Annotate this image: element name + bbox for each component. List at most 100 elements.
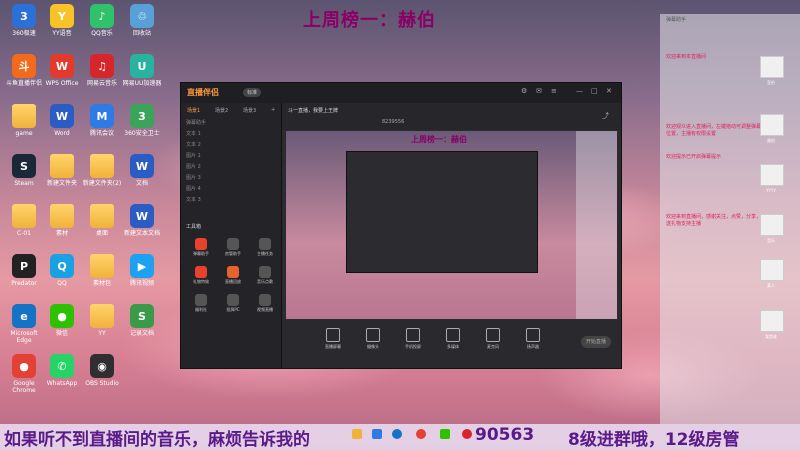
desktop-icon-image: ● (12, 354, 36, 378)
menu-icon[interactable]: ≡ (551, 88, 558, 95)
desktop-icon[interactable]: ◉ OBS Studio (80, 354, 124, 387)
desktop-icon[interactable]: YY (80, 304, 124, 337)
settings-icon[interactable]: ⚙ (521, 88, 528, 95)
tool-button[interactable]: 房管助手 (223, 238, 243, 257)
streaming-app-window[interactable]: 直播伴侣 标准 ⚙ ✉ ≡ — □ ✕ 场景1 场景2 场景3 + 弹幕助手文本… (180, 82, 622, 369)
desktop-icon-image: W (50, 54, 74, 78)
desktop-icon[interactable]: Y YY语音 (40, 4, 84, 37)
source-item[interactable]: 文本 2 (186, 141, 278, 150)
desktop-icon-image: ♲ (130, 4, 154, 28)
desktop-icon-image: ◉ (90, 354, 114, 378)
desktop-icon[interactable]: W WPS Office (40, 54, 84, 87)
start-stream-button[interactable]: 开始直播 (581, 336, 611, 348)
toolbar-button[interactable]: 多媒体 (442, 328, 464, 350)
preview-caption: 上周榜一：赫伯 (411, 135, 467, 144)
source-item[interactable]: 弹幕助手 (186, 119, 278, 128)
toolbar-label: 多媒体 (447, 344, 459, 349)
desktop-icon[interactable]: 新建文件夹(2) (80, 154, 124, 187)
toolbar-button[interactable]: 扬声器 (522, 328, 544, 350)
desktop-icon[interactable]: 桌面 (80, 204, 124, 237)
desktop-icon-label: 素材包 (92, 280, 111, 287)
source-item[interactable]: 图片 3 (186, 174, 278, 183)
room-id: 8239556 (382, 119, 405, 125)
avatar[interactable] (760, 310, 784, 332)
toolbar-button[interactable]: 直播屏幕 (322, 328, 344, 350)
avatar[interactable] (760, 259, 784, 281)
desktop-icon[interactable]: M 腾讯会议 (80, 104, 124, 137)
stream-title-overlay: 上周榜一：赫伯 (303, 10, 436, 31)
tool-button[interactable]: 投屏PC (223, 294, 243, 313)
desktop-icon[interactable]: 新建文件夹 (40, 154, 84, 187)
tool-button[interactable]: 弹幕助手 (191, 238, 211, 257)
avatar-name: 我是谁 (765, 334, 777, 339)
maximize-icon[interactable]: □ (591, 88, 598, 95)
desktop-icon-label: Word (54, 130, 70, 137)
banner-text-left: 如果听不到直播间的音乐，麻烦告诉我的 (4, 430, 310, 450)
desktop-icon-image (12, 204, 36, 228)
toolbar-button[interactable]: 麦克风 (482, 328, 504, 350)
taskbar-folder-icon[interactable] (352, 429, 362, 439)
close-icon[interactable]: ✕ (606, 88, 613, 95)
tool-button[interactable]: 福利社 (191, 294, 211, 313)
desktop-icon[interactable]: ♪ QQ音乐 (80, 4, 124, 37)
minimize-icon[interactable]: — (576, 88, 583, 95)
message-icon[interactable]: ✉ (536, 88, 543, 95)
app-badge[interactable]: 标准 (243, 88, 262, 97)
desktop-icon[interactable]: U 网易UU加速器 (120, 54, 164, 87)
desktop-icon[interactable]: ✆ WhatsApp (40, 354, 84, 387)
desktop-icon[interactable]: 3 360安全卫士 (120, 104, 164, 137)
add-scene-icon[interactable]: + (271, 107, 275, 113)
desktop-icon-label: YY (98, 330, 106, 337)
bottom-toolbar: 直播屏幕 摄像头 手机投屏 多媒体 麦克风 扬声器 开始直播 (282, 320, 621, 368)
tool-button[interactable]: 礼物特效 (191, 266, 211, 285)
desktop-icon[interactable]: ● 微信 (40, 304, 84, 337)
desktop-icon[interactable]: ♲ 回收站 (120, 4, 164, 37)
taskbar-wechat-icon[interactable] (440, 429, 450, 439)
scene-tab[interactable]: 场景3 (243, 107, 256, 114)
toolbar-label: 扬声器 (527, 344, 539, 349)
chat-message: 欢迎来到本直播间 (666, 54, 707, 60)
desktop-icon[interactable]: W 新建文本文档 (120, 204, 164, 237)
tool-button[interactable]: 直播回放 (223, 266, 243, 285)
scene-info-bar: 斗一直播，我要上王牌 8239556 ⤴ (282, 103, 621, 130)
avatar[interactable] (760, 164, 784, 186)
tool-label: 弹幕助手 (193, 251, 209, 256)
scene-tab[interactable]: 场景1 (187, 107, 200, 114)
desktop-icon[interactable]: ▶ 腾讯视频 (120, 254, 164, 287)
desktop-icon-label: 微信 (55, 330, 68, 337)
taskbar-mail-icon[interactable] (372, 429, 382, 439)
desktop-icon[interactable]: W 文档 (120, 154, 164, 187)
toolbar-label: 麦克风 (487, 344, 499, 349)
desktop-icon[interactable]: 素材包 (80, 254, 124, 287)
taskbar-netease-icon[interactable] (462, 429, 472, 439)
scene-tab[interactable]: 场景2 (215, 107, 228, 114)
toolbar-button[interactable]: 摄像头 (362, 328, 384, 350)
desktop-icon[interactable]: S 记录文档 (120, 304, 164, 337)
desktop-icon-image (90, 304, 114, 328)
desktop-icon[interactable]: ♫ 网易云音乐 (80, 54, 124, 87)
source-item[interactable]: 图片 1 (186, 152, 278, 161)
share-icon[interactable]: ⤴ (602, 111, 609, 121)
tool-button[interactable]: 主播任务 (255, 238, 275, 257)
stream-preview[interactable]: 上周榜一：赫伯 (286, 131, 617, 319)
source-item[interactable]: 图片 2 (186, 163, 278, 172)
tool-icon (227, 266, 239, 278)
desktop-icon-label: YY语音 (52, 30, 72, 37)
desktop-icon[interactable]: Q QQ (40, 254, 84, 287)
avatar[interactable] (760, 114, 784, 136)
source-item[interactable]: 文本 1 (186, 130, 278, 139)
tool-button[interactable]: 视频直播 (255, 294, 275, 313)
source-item[interactable]: 图片 4 (186, 185, 278, 194)
avatar[interactable] (760, 214, 784, 236)
desktop-icon[interactable]: W Word (40, 104, 84, 137)
toolbar-button[interactable]: 手机投屏 (402, 328, 424, 350)
taskbar-chrome-icon[interactable] (416, 429, 426, 439)
tool-button[interactable]: 音乐点歌 (255, 266, 275, 285)
taskbar-edge-icon[interactable] (392, 429, 402, 439)
source-item[interactable]: 文本 3 (186, 196, 278, 205)
avatar[interactable] (760, 56, 784, 78)
app-titlebar[interactable]: 直播伴侣 标准 ⚙ ✉ ≡ — □ ✕ (181, 83, 621, 103)
toolbar-icon (326, 328, 340, 342)
desktop-icon[interactable]: 素材 (40, 204, 84, 237)
desktop-icon-label: 网易UU加速器 (122, 80, 162, 87)
